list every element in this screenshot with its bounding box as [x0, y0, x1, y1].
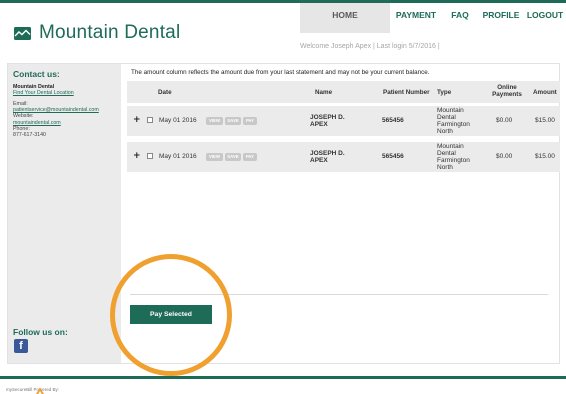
view-button[interactable]: VIEW — [206, 117, 223, 125]
col-amount: Amount — [533, 89, 557, 96]
nav-logout[interactable]: LOGOUT — [524, 3, 566, 33]
row-date: May 01 2016 — [159, 117, 197, 124]
row-type-line3: Farmington — [437, 157, 470, 164]
row-patient-number: 565456 — [382, 117, 404, 124]
save-button[interactable]: SAVE — [225, 117, 241, 125]
find-location-link[interactable]: Find Your Dental Location — [13, 90, 74, 96]
save-button[interactable]: SAVE — [225, 153, 241, 161]
row-patient-name-line2: APEX — [310, 157, 328, 164]
row-patient-name-line2: APEX — [310, 121, 328, 128]
statements-table-header: Date Name Patient Number Type Online Pay… — [127, 81, 560, 103]
row-patient-name-line1: JOSEPH D. — [310, 114, 345, 121]
divider — [130, 294, 548, 295]
row-type: Mountain Dental Farmington North — [437, 143, 470, 171]
col-type: Type — [437, 89, 452, 96]
main-nav: HOME PAYMENT FAQ PROFILE LOGOUT — [300, 3, 566, 33]
row-type-line4: North — [437, 164, 453, 171]
nav-home[interactable]: HOME — [300, 3, 390, 33]
pay-button[interactable]: PAY — [243, 117, 257, 125]
nav-faq[interactable]: FAQ — [442, 3, 478, 33]
bottom-rule — [0, 376, 566, 379]
expand-row-button[interactable]: + — [133, 151, 141, 161]
welcome-message: Welcome Joseph Apex | Last login 5/7/201… — [300, 43, 440, 50]
follow-heading: Follow us on: — [13, 327, 68, 337]
col-patient-number: Patient Number — [383, 89, 430, 96]
powered-by-text: mySecureBill Powered By: — [6, 387, 60, 392]
row-type-line3: Farmington — [437, 121, 470, 128]
nav-profile[interactable]: PROFILE — [478, 3, 524, 33]
brand-name: Mountain Dental — [39, 22, 181, 43]
amount-note: The amount column reflects the amount du… — [131, 69, 430, 76]
facebook-icon[interactable]: f — [14, 339, 28, 353]
row-patient-name-line1: JOSEPH D. — [310, 150, 345, 157]
row-type-line4: North — [437, 128, 453, 135]
vendor-logo-icon — [34, 382, 46, 394]
row-patient-name: JOSEPH D. APEX — [310, 150, 345, 164]
col-online-payments-line2: Payments — [492, 91, 522, 98]
col-date: Date — [158, 89, 172, 96]
contact-sidebar: Contact us: Mountain Dental Find Your De… — [8, 64, 121, 363]
table-row: + May 01 2016 VIEW SAVE PAY JOSEPH D. AP… — [127, 142, 560, 172]
row-online-payments: $0.00 — [496, 153, 513, 160]
contact-details: Email: patientservice@mountaindental.com… — [13, 101, 99, 138]
row-patient-number: 565456 — [382, 153, 404, 160]
row-type-line2: Dental — [437, 150, 456, 157]
contact-heading: Contact us: — [13, 69, 60, 79]
row-amount: $15.00 — [535, 117, 555, 124]
row-patient-name: JOSEPH D. APEX — [310, 114, 345, 128]
pay-selected-button[interactable]: Pay Selected — [130, 305, 212, 324]
mountain-logo-icon — [14, 26, 31, 40]
col-name: Name — [315, 89, 333, 96]
brand-logo[interactable]: Mountain Dental — [14, 22, 180, 44]
view-button[interactable]: VIEW — [206, 153, 223, 161]
row-date: May 01 2016 — [159, 153, 197, 160]
phone-number: 877-617-3140 — [13, 132, 46, 139]
row-type-line2: Dental — [437, 114, 456, 121]
table-row: + May 01 2016 VIEW SAVE PAY JOSEPH D. AP… — [127, 106, 560, 136]
row-online-payments: $0.00 — [496, 117, 513, 124]
nav-payment[interactable]: PAYMENT — [390, 3, 442, 33]
pay-button[interactable]: PAY — [243, 153, 257, 161]
col-online-payments-line1: Online — [497, 84, 517, 91]
practice-block: Mountain Dental Find Your Dental Locatio… — [13, 84, 74, 96]
row-type-line1: Mountain — [437, 107, 464, 114]
row-amount: $15.00 — [535, 153, 555, 160]
row-select-checkbox[interactable] — [147, 153, 153, 159]
col-online-payments: Online Payments — [489, 84, 525, 98]
row-type: Mountain Dental Farmington North — [437, 107, 470, 135]
row-type-line1: Mountain — [437, 143, 464, 150]
row-select-checkbox[interactable] — [147, 117, 153, 123]
expand-row-button[interactable]: + — [133, 115, 141, 125]
